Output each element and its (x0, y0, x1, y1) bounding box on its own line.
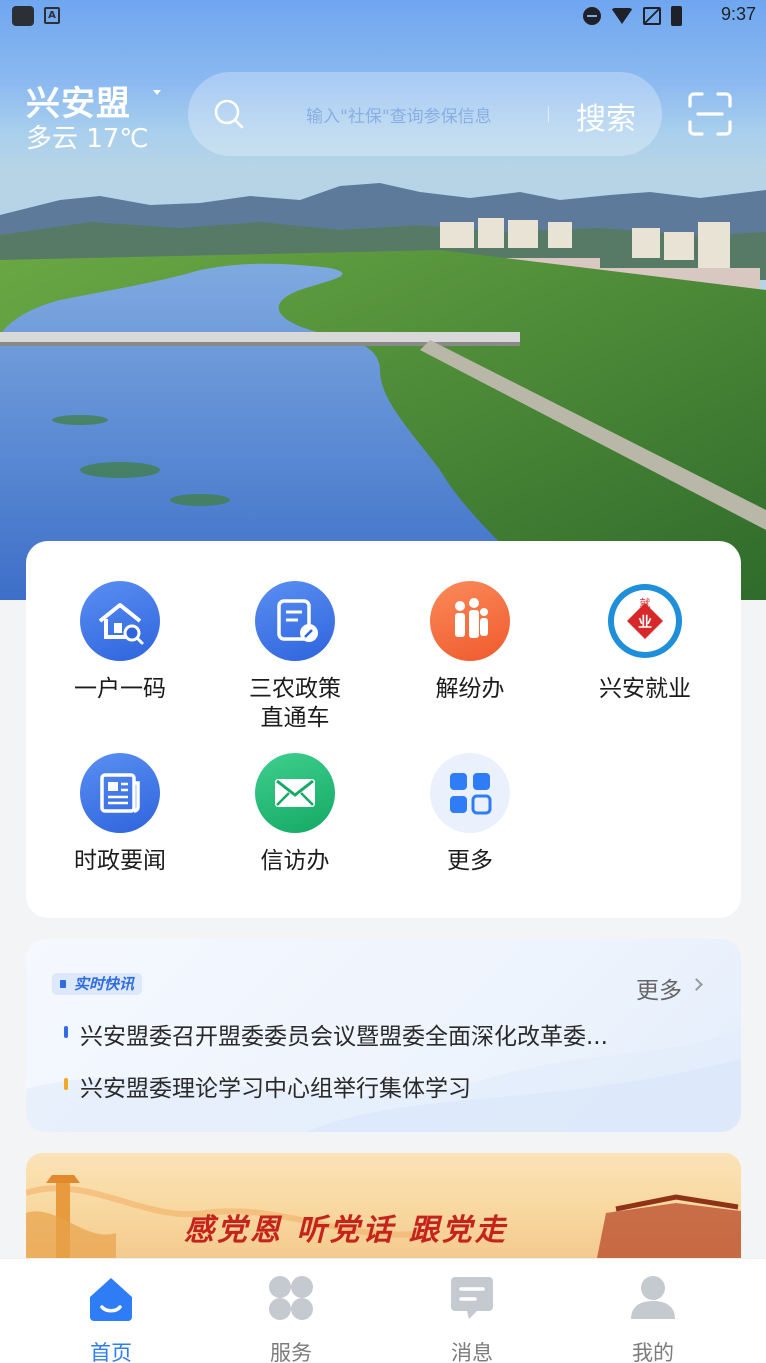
search-button[interactable]: 搜索 (576, 94, 636, 138)
status-bar: A 9:37 (0, 0, 766, 32)
house-search-icon (80, 581, 160, 661)
battery-icon (671, 6, 682, 26)
services-icon (269, 1276, 313, 1320)
tab-profile[interactable]: 我的 (593, 1273, 713, 1363)
tab-label: 首页 (90, 1341, 132, 1363)
notification-icon (12, 6, 34, 26)
caret-down-icon[interactable] (153, 90, 161, 95)
tab-label: 消息 (451, 1341, 493, 1363)
tab-services[interactable]: 服务 (231, 1273, 351, 1363)
news-item[interactable]: 兴安盟委召开盟委委员会议暨盟委全面深化改革委... (64, 1017, 694, 1051)
service-label: 兴安就业 (599, 676, 691, 702)
status-time: 9:37 (720, 4, 756, 24)
news-tag: 实时快讯 (52, 973, 143, 995)
service-label: 时政要闻 (74, 848, 166, 874)
tab-messages[interactable]: 消息 (412, 1273, 532, 1363)
service-jiefenban[interactable]: 解纷办 (380, 581, 560, 704)
policy-doc-icon (255, 581, 335, 661)
tab-label: 我的 (632, 1341, 674, 1363)
news-item-text: 兴安盟委理论学习中心组举行集体学习 (80, 1076, 471, 1102)
svg-text:就: 就 (640, 596, 651, 610)
do-not-disturb-icon (583, 7, 601, 25)
family-icon (430, 581, 510, 661)
svg-text:业: 业 (638, 615, 652, 631)
service-label: 信访办 (260, 848, 330, 874)
search-divider (548, 106, 549, 122)
service-shizheng[interactable]: 时政要闻 (30, 753, 210, 876)
bottom-tab-bar: 首页 服务 消息 我的 (0, 1258, 766, 1363)
service-label: 三农政策 直通车 (249, 676, 341, 731)
service-label: 解纷办 (435, 676, 505, 702)
wifi-icon (611, 8, 633, 24)
search-icon (214, 99, 244, 129)
news-bullet (64, 1026, 68, 1038)
news-bullet (64, 1078, 68, 1090)
service-grid: 一户一码 三农政策 直通车 解纷办 业 就 兴安就业 时政要闻 信访办 更多 (26, 541, 741, 918)
envelope-icon (255, 753, 335, 833)
service-sannong[interactable]: 三农政策 直通车 (205, 581, 385, 733)
message-icon (451, 1277, 493, 1319)
search-bar[interactable]: 输入"社保"查询参保信息 搜索 (188, 72, 662, 156)
tab-label: 服务 (270, 1341, 312, 1363)
news-more-link[interactable]: 更多 (636, 971, 682, 1005)
banner-slogan: 感党恩 听党话 跟党走 (184, 1213, 508, 1248)
service-yihuyima[interactable]: 一户一码 (30, 581, 210, 704)
news-item-text: 兴安盟委召开盟委委员会议暨盟委全面深化改革委... (80, 1024, 608, 1050)
tab-home[interactable]: 首页 (51, 1273, 171, 1363)
promo-banner[interactable]: 感党恩 听党话 跟党走 (26, 1153, 741, 1263)
news-card: 实时快讯 更多 兴安盟委召开盟委委员会议暨盟委全面深化改革委... 兴安盟委理论… (26, 939, 741, 1132)
grid-more-icon (430, 753, 510, 833)
service-xingan-jiuye[interactable]: 业 就 兴安就业 (555, 581, 735, 704)
service-more[interactable]: 更多 (380, 753, 560, 876)
newspaper-icon (80, 753, 160, 833)
keyboard-icon: A (44, 7, 60, 24)
news-item[interactable]: 兴安盟委理论学习中心组举行集体学习 (64, 1069, 694, 1103)
no-signal-icon (643, 7, 661, 25)
xingan-employment-logo-icon: 业 就 (605, 581, 685, 661)
search-placeholder[interactable]: 输入"社保"查询参保信息 (306, 102, 546, 127)
profile-icon (631, 1276, 675, 1319)
service-label: 更多 (447, 848, 493, 874)
scan-icon[interactable] (688, 92, 732, 136)
service-label: 一户一码 (74, 676, 166, 702)
home-icon (90, 1278, 132, 1321)
service-xinfangban[interactable]: 信访办 (205, 753, 385, 876)
weather-text: 多云 17℃ (26, 124, 149, 154)
